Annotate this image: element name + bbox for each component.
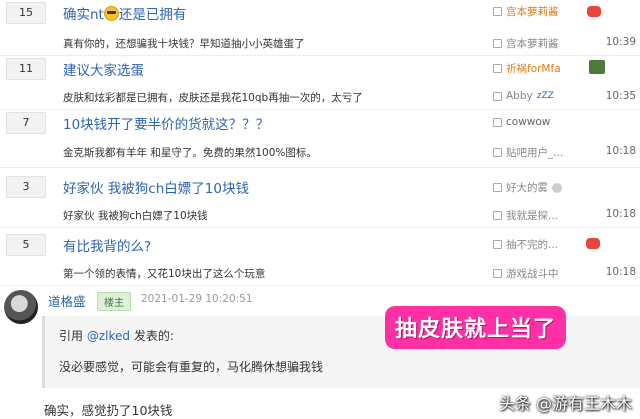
thread-author[interactable]: 好大的雾: [493, 180, 562, 195]
person-icon: [493, 117, 502, 127]
thread-row: 15 确实nt 还是已拥有 宫本萝莉酱 真有你的，还想骗我十块钱？早知道抽小小英雄…: [0, 0, 640, 56]
post-time: 2021-01-29 10:20:51: [141, 293, 253, 305]
gamepad-badge-icon: [586, 238, 600, 249]
quote-user-link[interactable]: @zlked: [87, 329, 130, 343]
thread-preview: 真有你的，还想骗我十块钱？早知道抽小小英雄蛋了: [63, 38, 305, 50]
reply-count: 5: [6, 234, 46, 256]
thread-preview: 好家伙 我被狗ch白嫖了10块钱: [63, 210, 208, 222]
thread-preview: 金克斯我都有羊年 和星守了。免费的果然100%图标。: [63, 147, 317, 159]
person-icon: [493, 39, 502, 48]
thread-title[interactable]: 建议大家选蛋: [63, 59, 144, 79]
reply-count: 11: [6, 58, 46, 80]
person-icon: [493, 211, 502, 220]
thread-row: 3 好家伙 我被狗ch白嫖了10块钱 好大的雾 好家伙 我被狗ch白嫖了10块钱…: [0, 168, 640, 228]
reply-count: 3: [6, 176, 46, 198]
quote-text: 没必要感觉，可能会有重复的，马化腾休想骗我钱: [59, 360, 324, 374]
person-icon: [493, 183, 502, 192]
thread-author[interactable]: cowwow: [493, 116, 550, 128]
grinning-emoji-icon: [103, 6, 119, 21]
last-reply-author[interactable]: 游戏战斗中: [493, 266, 559, 281]
thread-row: 11 建议大家选蛋 祈祸forMfa 皮肤和炫彩都是已拥有，皮肤还是我花10qb…: [0, 56, 640, 110]
thread-preview: 皮肤和炫彩都是已拥有，皮肤还是我花10qb再抽一次的，太亏了: [63, 92, 363, 104]
reply-count: 15: [6, 2, 46, 24]
thread-title[interactable]: 10块钱开了要半价的货就这？？？: [63, 113, 269, 133]
reply-count: 7: [6, 112, 46, 134]
post-author[interactable]: 道格盛: [48, 291, 86, 310]
thread-author[interactable]: 祈祸forMfa: [493, 61, 561, 76]
thread-row: 5 有比我背的么? 抽不完的... 第一个领的表情，又花10块出了这么个玩意 游…: [0, 228, 640, 286]
thread-author[interactable]: 抽不完的...: [493, 237, 558, 252]
thread-author[interactable]: 宫本萝莉酱: [493, 4, 559, 19]
last-reply-time: 10:39: [605, 36, 636, 48]
last-reply-author[interactable]: 宫本萝莉酱: [493, 36, 559, 51]
avatar-icon: [552, 182, 562, 193]
avatar[interactable]: [4, 290, 38, 324]
gamepad-badge-icon: [587, 6, 601, 17]
person-icon: [493, 64, 502, 73]
thread-preview: 第一个领的表情，又花10块出了这么个玩意: [63, 268, 266, 280]
last-reply-author[interactable]: 我就是探...: [493, 208, 558, 223]
game-badge-icon: [589, 60, 605, 74]
last-reply-time: 10:18: [605, 208, 636, 220]
reply-text: 确实，感觉扔了10块钱: [44, 403, 173, 418]
quote-header: 引用 @zlked 发表的:: [59, 329, 174, 343]
person-icon: [493, 240, 502, 249]
person-icon: [493, 7, 502, 16]
overlay-sticker: 抽皮肤就上当了: [385, 306, 567, 349]
last-reply-author[interactable]: 贴吧用户_...: [493, 145, 563, 160]
owner-tag: 楼主: [97, 292, 131, 311]
thread-title[interactable]: 确实nt 还是已拥有: [63, 3, 186, 23]
last-reply-time: 10:18: [605, 145, 636, 157]
watermark: 头条 @游有王木木: [498, 394, 632, 413]
last-reply-author[interactable]: Abby zZZ: [493, 90, 554, 102]
thread-title[interactable]: 好家伙 我被狗ch白嫖了10块钱: [63, 177, 249, 197]
thread-title[interactable]: 有比我背的么?: [63, 235, 151, 255]
person-icon: [493, 91, 502, 101]
person-icon: [493, 148, 502, 157]
last-reply-time: 10:35: [605, 90, 636, 102]
thread-row: 7 10块钱开了要半价的货就这？？？ cowwow 金克斯我都有羊年 和星守了。…: [0, 110, 640, 168]
person-icon: [493, 269, 502, 278]
last-reply-time: 10:18: [605, 266, 636, 278]
